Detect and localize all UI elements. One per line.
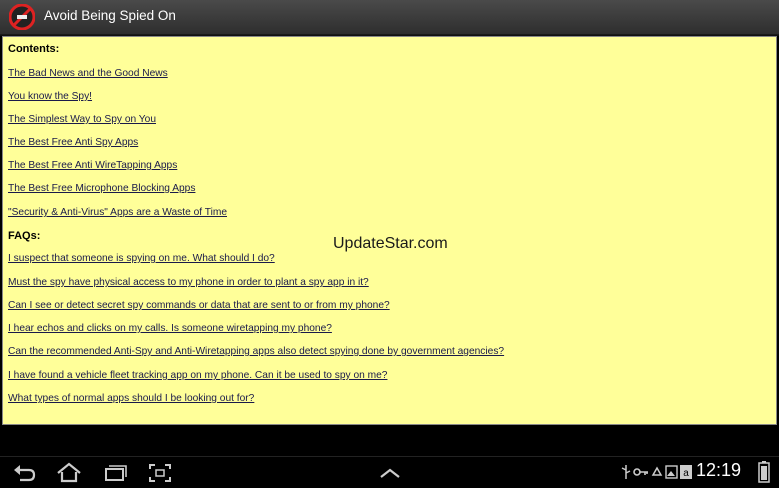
home-icon[interactable] (56, 462, 82, 484)
contents-link-know-spy[interactable]: You know the Spy! (8, 91, 92, 102)
contents-link-bad-news[interactable]: The Bad News and the Good News (8, 68, 168, 79)
faq-link-echos-clicks[interactable]: I hear echos and clicks on my calls. Is … (8, 323, 332, 334)
back-icon[interactable] (11, 462, 37, 484)
faq-link-normal-apps[interactable]: What types of normal apps should I be lo… (8, 393, 254, 404)
faq-link-government-agencies[interactable]: Can the recommended Anti-Spy and Anti-Wi… (8, 346, 504, 357)
recent-apps-icon[interactable] (102, 462, 128, 484)
contents-heading: Contents: (8, 43, 60, 55)
system-bar: a (0, 456, 779, 488)
contents-link-anti-wiretapping-apps[interactable]: The Best Free Anti WireTapping Apps (8, 160, 177, 171)
amazon-icon: a (680, 465, 692, 479)
faq-link-suspect-spying[interactable]: I suspect that someone is spying on me. … (8, 253, 275, 264)
contents-link-simplest-way[interactable]: The Simplest Way to Spy on You (8, 114, 156, 125)
svg-text:a: a (683, 468, 689, 479)
up-chevron-icon[interactable] (377, 462, 403, 484)
content-panel: Contents: The Bad News and the Good News… (2, 36, 777, 425)
usb-icon (621, 465, 631, 479)
screenshot-icon[interactable] (147, 462, 173, 484)
contents-link-anti-spy-apps[interactable]: The Best Free Anti Spy Apps (8, 137, 138, 148)
faq-link-physical-access[interactable]: Must the spy have physical access to my … (8, 277, 369, 288)
contents-link-security-antivirus[interactable]: "Security & Anti-Virus" Apps are a Waste… (8, 207, 227, 218)
faq-link-detect-commands[interactable]: Can I see or detect secret spy commands … (8, 300, 390, 311)
contents-link-microphone-blocking-apps[interactable]: The Best Free Microphone Blocking Apps (8, 183, 195, 194)
watermark-text: UpdateStar.com (333, 235, 448, 252)
faq-link-fleet-tracking[interactable]: I have found a vehicle fleet tracking ap… (8, 370, 387, 381)
key-icon (633, 468, 648, 476)
no-spy-logo-icon[interactable] (9, 4, 35, 30)
faqs-heading: FAQs: (8, 230, 41, 242)
image-icon (665, 465, 678, 479)
title-bar: Avoid Being Spied On (0, 0, 779, 35)
battery-icon (758, 461, 770, 483)
app-title: Avoid Being Spied On (44, 8, 176, 23)
status-clock: 12:19 (696, 460, 742, 480)
recycle-icon (651, 466, 663, 476)
